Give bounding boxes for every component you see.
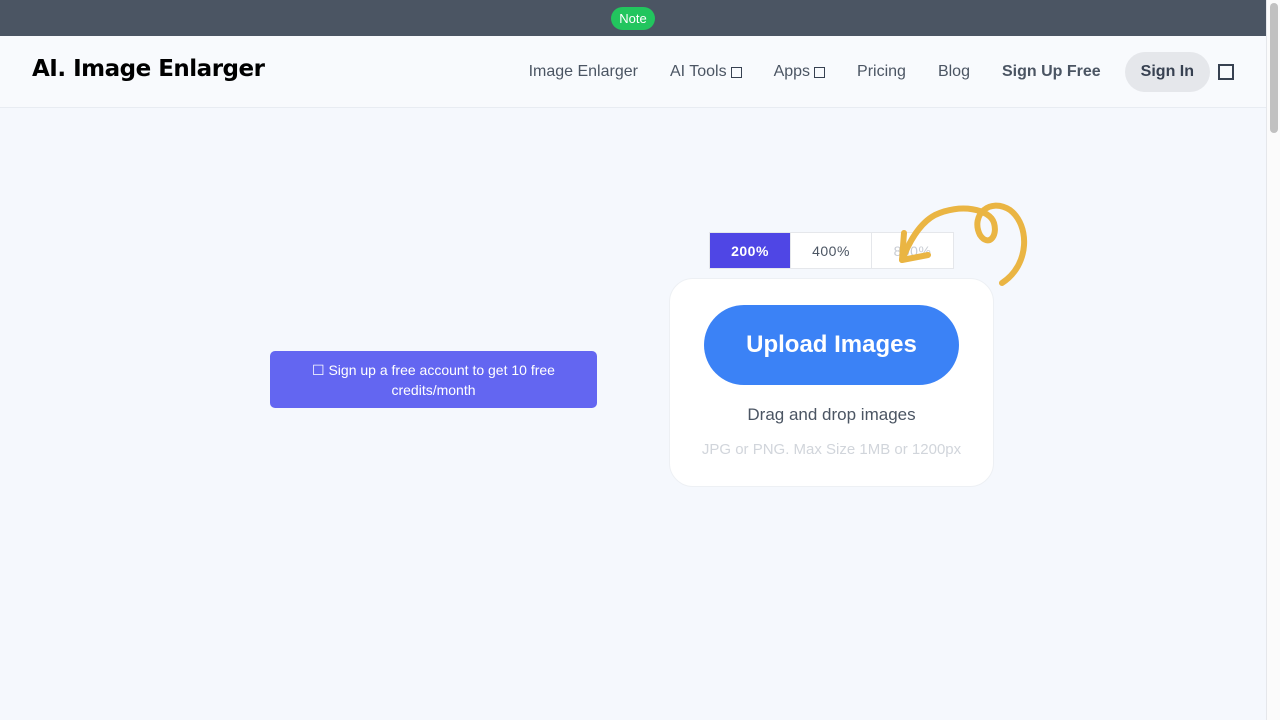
sign-up-label: Sign Up Free xyxy=(1001,63,1101,80)
sign-in-label: Sign In xyxy=(1140,63,1194,80)
scale-option-400[interactable]: 400% xyxy=(791,233,872,268)
nav-pricing[interactable]: Pricing xyxy=(857,63,906,81)
dropdown-icon xyxy=(730,66,742,78)
dropdown-icon xyxy=(814,66,826,78)
nav-blog-label: Blog xyxy=(937,63,970,80)
nav-apps[interactable]: Apps xyxy=(773,63,826,81)
scale-option-200[interactable]: 200% xyxy=(710,233,791,268)
drag-drop-text: Drag and drop images xyxy=(747,405,916,424)
nav-ai-tools-label: AI Tools xyxy=(669,63,727,80)
sign-in-button[interactable]: Sign In xyxy=(1124,52,1210,92)
signup-promo-label: ☐ Sign up a free account to get 10 free … xyxy=(312,361,555,398)
upload-dropzone[interactable]: Upload Images Drag and drop images JPG o… xyxy=(669,278,994,487)
curved-arrow-icon xyxy=(899,202,1027,286)
main-nav: Image Enlarger AI Tools Apps Pricing Blo… xyxy=(497,52,1234,92)
menu-icon[interactable] xyxy=(1218,64,1234,80)
sign-up-link[interactable]: Sign Up Free xyxy=(1002,63,1101,81)
nav-pricing-label: Pricing xyxy=(857,63,906,80)
file-requirements-hint: JPG or PNG. Max Size 1MB or 1200px xyxy=(701,441,962,458)
note-bar: Note xyxy=(0,0,1266,36)
note-badge[interactable]: Note xyxy=(611,6,655,30)
nav-ai-tools[interactable]: AI Tools xyxy=(670,63,742,81)
page-scrollbar[interactable] xyxy=(1266,0,1280,720)
site-header: AI. Image Enlarger Image Enlarger AI Too… xyxy=(0,36,1266,108)
signup-promo-button[interactable]: ☐ Sign up a free account to get 10 free … xyxy=(270,351,597,408)
nav-image-enlarger[interactable]: Image Enlarger xyxy=(529,63,638,81)
nav-apps-label: Apps xyxy=(773,63,811,80)
upload-images-label: Upload Images xyxy=(746,331,917,358)
nav-blog[interactable]: Blog xyxy=(938,63,970,81)
scrollbar-thumb[interactable] xyxy=(1270,3,1278,133)
site-logo[interactable]: AI. Image Enlarger xyxy=(32,56,265,82)
upload-images-button[interactable]: Upload Images xyxy=(704,305,959,385)
nav-image-enlarger-label: Image Enlarger xyxy=(528,63,638,80)
